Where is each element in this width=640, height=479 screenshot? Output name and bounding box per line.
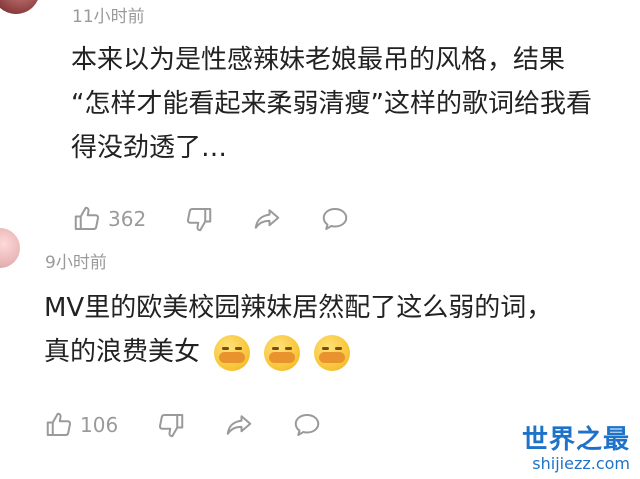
comment-line: 真的浪费美女 [44, 337, 201, 367]
share-icon [254, 209, 280, 229]
like-button[interactable]: 106 [44, 410, 118, 440]
comment-bubble-icon [294, 414, 320, 436]
like-count: 106 [80, 413, 119, 437]
share-icon [226, 415, 252, 435]
like-count: 362 [108, 207, 147, 231]
dislike-button[interactable] [184, 204, 214, 234]
comment-line: 得没劲透了… [71, 133, 228, 163]
avatar[interactable] [0, 0, 40, 14]
facepalm-emoji-icon [264, 334, 301, 371]
watermark-url: shijiezz.com [532, 454, 630, 473]
thumbs-up-icon [74, 206, 100, 230]
thumbs-down-icon [159, 414, 184, 438]
avatar[interactable] [0, 228, 20, 268]
comment-text: MV里的欧美校园辣妹居然配了这么弱的词， 真的浪费美女 [44, 286, 552, 374]
comment-actions: 106 [44, 410, 322, 440]
facepalm-emoji-icon [214, 334, 251, 371]
comment-line-with-emoji: 真的浪费美女 [44, 330, 552, 374]
watermark: 世界之最 shijiezz.com [522, 425, 630, 473]
comment-line: MV里的欧美校园辣妹居然配了这么弱的词， [44, 293, 553, 323]
comment-line: “怎样才能看起来柔弱清瘦”这样的歌词给我看 [71, 89, 592, 119]
comment-line: 本来以为是性感辣妹老娘最吊的风格，结果 [71, 45, 566, 75]
facepalm-emoji-icon [314, 334, 351, 371]
watermark-title: 世界之最 [521, 425, 630, 455]
dislike-button[interactable] [156, 410, 186, 440]
comment-text: 本来以为是性感辣妹老娘最吊的风格，结果 “怎样才能看起来柔弱清瘦”这样的歌词给我… [71, 38, 592, 170]
share-button[interactable] [252, 204, 282, 234]
like-button[interactable]: 362 [72, 204, 146, 234]
reply-button[interactable] [320, 204, 350, 234]
share-button[interactable] [224, 410, 254, 440]
comment-timestamp: 11小时前 [72, 7, 145, 27]
thumbs-down-icon [187, 208, 212, 232]
thumbs-up-icon [46, 412, 72, 436]
comment-actions: 362 [72, 204, 350, 234]
reply-button[interactable] [292, 410, 322, 440]
emoji-group [214, 334, 351, 371]
comment-bubble-icon [322, 208, 348, 230]
comment-timestamp: 9小时前 [45, 253, 107, 273]
